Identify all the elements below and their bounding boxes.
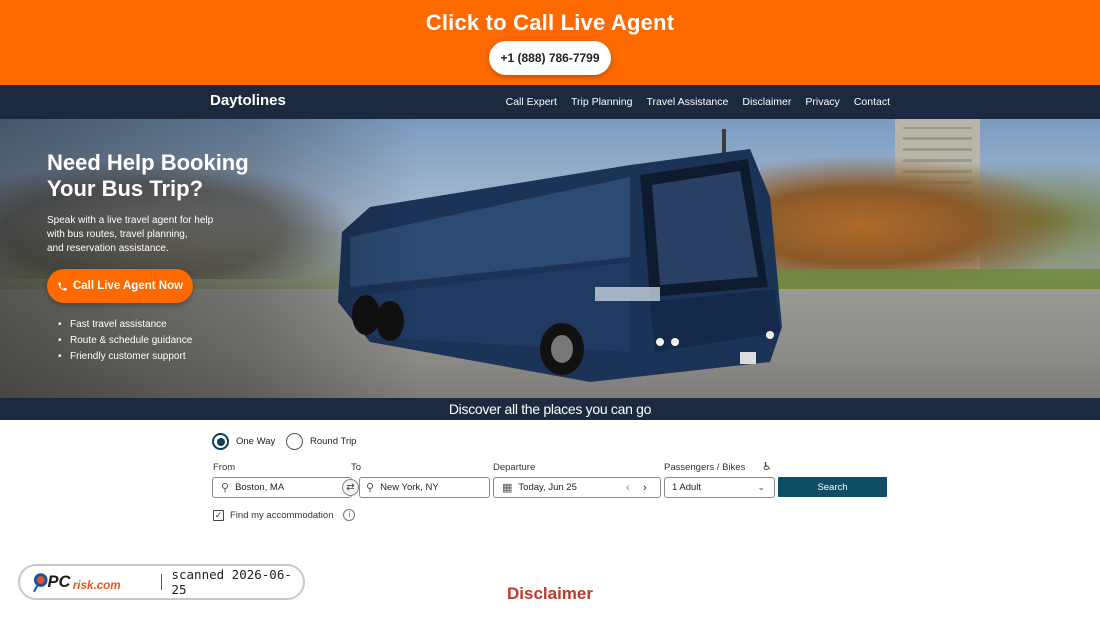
- to-label: To: [351, 462, 362, 473]
- feature-list: Fast travel assistance Route & schedule …: [58, 318, 192, 366]
- call-banner[interactable]: Click to Call Live Agent +1 (888) 786-77…: [0, 0, 1100, 85]
- nav-links: Call Expert Trip Planning Travel Assista…: [506, 85, 890, 119]
- departure-label: Departure: [493, 462, 536, 473]
- hero-description-line1: Speak with a live travel agent for help: [47, 215, 214, 226]
- call-agent-button[interactable]: Call Live Agent Now: [47, 269, 193, 303]
- banner-title[interactable]: Click to Call Live Agent: [0, 10, 1100, 36]
- nav-link-privacy[interactable]: Privacy: [805, 96, 839, 108]
- passengers-select[interactable]: 1 Adult ⌄: [664, 477, 775, 498]
- from-field[interactable]: ⚲ Boston, MA: [212, 477, 352, 498]
- nav-link-travel-assistance[interactable]: Travel Assistance: [646, 96, 728, 108]
- departure-field[interactable]: ▦ Today, Jun 25 ‹ ›: [493, 477, 661, 498]
- location-pin-icon: ⚲: [221, 482, 230, 494]
- to-field[interactable]: ⚲ New York, NY: [359, 477, 490, 498]
- nav-link-call-expert[interactable]: Call Expert: [506, 96, 557, 108]
- accommodation-checkbox[interactable]: ✓: [213, 509, 224, 521]
- next-date-icon[interactable]: ›: [643, 482, 647, 494]
- hero-heading-line2: Your Bus Trip?: [47, 176, 204, 201]
- from-label: From: [213, 462, 236, 473]
- trip-type-one-way[interactable]: One Way: [212, 433, 275, 450]
- hero-heading-line1: Need Help Booking: [47, 150, 249, 175]
- nav-link-contact[interactable]: Contact: [854, 96, 890, 108]
- passengers-label: Passengers / Bikes: [664, 462, 746, 473]
- accommodation-option[interactable]: ✓ Find my accommodation i: [213, 509, 356, 521]
- round-trip-label: Round Trip: [310, 436, 357, 447]
- feature-item: Fast travel assistance: [58, 318, 192, 334]
- hero-heading: Need Help Booking Your Bus Trip?: [47, 150, 347, 202]
- calendar-icon: ▦: [502, 482, 513, 494]
- to-value: New York, NY: [380, 482, 439, 493]
- discover-banner: Discover all the places you can go: [0, 398, 1100, 420]
- feature-item: Route & schedule guidance: [58, 334, 192, 350]
- round-trip-radio[interactable]: [286, 433, 303, 450]
- phone-icon: [58, 281, 67, 291]
- trip-type-round-trip[interactable]: Round Trip: [286, 433, 356, 450]
- call-agent-label: Call Live Agent Now: [72, 280, 184, 292]
- one-way-label: One Way: [236, 436, 276, 447]
- trees-right: [760, 149, 1100, 289]
- from-value: Boston, MA: [235, 482, 285, 493]
- chevron-down-icon: ⌄: [757, 482, 765, 492]
- feature-item: Friendly customer support: [58, 350, 192, 366]
- swap-icon[interactable]: ⇄: [342, 479, 359, 496]
- info-icon[interactable]: i: [343, 509, 356, 521]
- hero-description-line2: with bus routes, travel planning,: [47, 229, 188, 240]
- wheelchair-icon[interactable]: ♿: [762, 460, 772, 473]
- top-navigation: Daytolines Call Expert Trip Planning Tra…: [0, 85, 1100, 119]
- nav-link-disclaimer[interactable]: Disclaimer: [742, 96, 791, 108]
- accommodation-label: Find my accommodation: [230, 509, 334, 521]
- one-way-radio[interactable]: [212, 433, 229, 450]
- hero-description-line3: and reservation assistance.: [47, 243, 169, 254]
- hero-content: Need Help Booking Your Bus Trip? Speak w…: [47, 150, 347, 254]
- previous-date-icon[interactable]: ‹: [626, 482, 630, 494]
- departure-value: Today, Jun 25: [518, 482, 577, 493]
- location-pin-icon: ⚲: [366, 482, 375, 494]
- phone-button[interactable]: +1 (888) 786-7799: [489, 41, 611, 75]
- passengers-value: 1 Adult: [672, 482, 702, 493]
- nav-link-trip-planning[interactable]: Trip Planning: [571, 96, 632, 108]
- hero-description: Speak with a live travel agent for help …: [47, 214, 237, 256]
- search-button[interactable]: Search: [778, 477, 887, 497]
- disclaimer-heading: Disclaimer: [507, 584, 593, 603]
- site-logo[interactable]: Daytolines: [210, 92, 286, 109]
